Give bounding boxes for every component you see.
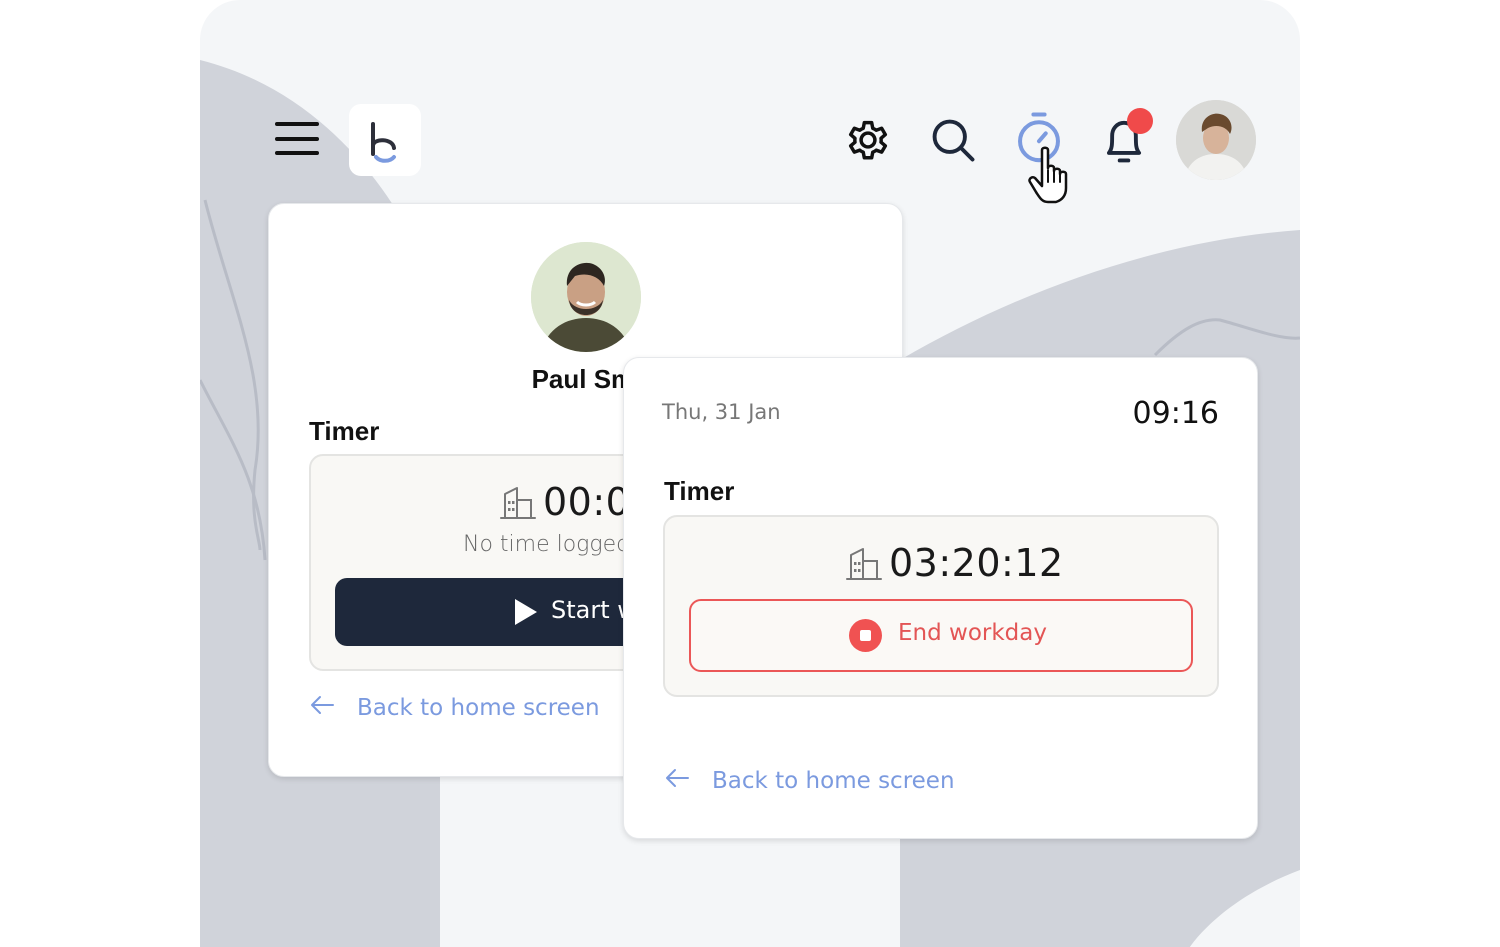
play-icon [515,599,537,625]
back-to-home-link[interactable]: Back to home screen [664,768,955,794]
arrow-left-icon [309,695,335,721]
back-link-label: Back to home screen [357,695,600,721]
search-button[interactable] [927,114,979,171]
timer-button[interactable] [1012,110,1066,173]
building-icon [846,548,882,580]
active-timer-card: Thu, 31 Jan 09:16 Timer 03:20:12 End wor… [623,357,1258,839]
hamburger-line [275,122,319,126]
elapsed-timer: 03:20:12 [889,541,1064,585]
user-avatar[interactable] [1176,100,1256,180]
back-to-home-link[interactable]: Back to home screen [309,695,600,721]
no-time-logged-text: No time logged [463,532,631,557]
gear-icon [848,120,888,160]
hamburger-line [275,137,319,141]
end-button-label: End workday [898,620,1047,646]
back-link-label: Back to home screen [712,768,955,794]
building-icon [500,487,536,519]
current-date: Thu, 31 Jan [662,400,781,424]
stop-icon [849,619,882,652]
arrow-left-icon [664,768,690,794]
logo-icon [371,122,396,163]
profile-photo [531,242,641,352]
timer-section-title: Timer [309,416,380,446]
settings-button[interactable] [842,114,894,171]
avatar-photo [1176,100,1256,180]
timer-section-title: Timer [664,476,735,506]
hamburger-line [275,151,319,155]
profile-avatar [531,242,641,352]
stopwatch-icon [1018,112,1060,163]
app-logo[interactable] [349,104,421,176]
menu-button[interactable] [275,122,319,156]
app-frame: Paul Smi Timer 00:0( No time logged Star… [200,0,1300,947]
end-workday-button[interactable]: End workday [689,599,1193,672]
current-time: 09:16 [1132,396,1219,431]
notification-badge [1127,108,1153,134]
search-icon [932,119,975,162]
timer-box: 03:20:12 End workday [663,515,1219,697]
